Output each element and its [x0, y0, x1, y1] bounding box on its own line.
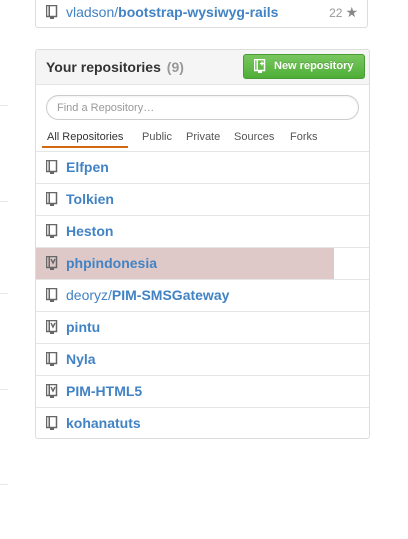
repo-icon [46, 192, 58, 206]
repo-row[interactable]: Nyla [36, 344, 369, 376]
mirror-repo-icon [46, 256, 58, 270]
page: vladson/bootstrap-wysiwyg-rails 22 ★ Your… [0, 0, 408, 539]
repo-row[interactable]: kohanatuts [36, 408, 369, 438]
repo-count: (9) [166, 59, 184, 75]
repo-row[interactable]: Tolkien [36, 184, 369, 216]
repo-icon [46, 5, 58, 19]
repo-name: Heston [66, 223, 114, 239]
tab-private[interactable]: Private [180, 126, 226, 148]
repo-name: PIM-SMSGateway [111, 287, 230, 303]
tab-all-repositories[interactable]: All Repositories [42, 126, 129, 148]
your-repositories-panel: Your repositories (9) New repository All… [35, 49, 370, 439]
mirror-repo-icon [46, 320, 58, 334]
repo-link[interactable]: Nyla [66, 351, 96, 367]
tab-forks[interactable]: Forks [284, 126, 324, 148]
star-icon: ★ [345, 4, 358, 20]
repo-name: PIM-HTML5 [66, 383, 143, 399]
repo-icon [46, 416, 58, 430]
repo-link[interactable]: deoryz/PIM-SMSGateway [66, 287, 229, 303]
repo-row[interactable]: Elfpen [36, 152, 369, 184]
repo-row[interactable]: Heston [36, 216, 369, 248]
repository-list: Elfpen Tolkien Heston phpindonesia deoryz/PI… [36, 151, 369, 438]
repo-row[interactable]: PIM-HTML5 [36, 376, 369, 408]
repo-row[interactable]: deoryz/PIM-SMSGateway [36, 280, 369, 312]
repo-icon [46, 288, 58, 302]
repo-name: pintu [66, 319, 101, 335]
tab-sources[interactable]: Sources [228, 126, 280, 148]
repo-icon [46, 160, 58, 174]
new-repository-label: New repository [274, 60, 354, 72]
find-repository-input[interactable] [46, 95, 359, 120]
filter-area: All Repositories Public Private Sources … [36, 85, 369, 149]
repo-name: Nyla [66, 351, 96, 367]
starred-repo-name: bootstrap-wysiwyg-rails [118, 4, 279, 20]
starred-repo-row[interactable]: vladson/bootstrap-wysiwyg-rails 22 ★ [35, 0, 368, 28]
repo-link[interactable]: PIM-HTML5 [66, 383, 142, 399]
repo-link[interactable]: Elfpen [66, 159, 109, 175]
repo-row[interactable]: pintu [36, 312, 369, 344]
edge-tick [0, 105, 8, 106]
repo-owner: deoryz/ [66, 287, 112, 303]
panel-title-text: Your repositories [46, 59, 161, 75]
repo-row[interactable]: phpindonesia [36, 248, 369, 280]
repo-link[interactable]: kohanatuts [66, 415, 141, 431]
mirror-repo-icon [46, 384, 58, 398]
repo-link[interactable]: Heston [66, 223, 113, 239]
starred-repo-owner: vladson/ [66, 4, 119, 20]
repo-link[interactable]: phpindonesia [66, 255, 157, 271]
new-repo-icon [254, 59, 266, 73]
edge-tick [0, 484, 8, 485]
repo-icon [46, 352, 58, 366]
tab-public[interactable]: Public [136, 126, 178, 148]
star-count-value: 22 [329, 6, 343, 20]
panel-title: Your repositories (9) [46, 59, 184, 75]
repo-icon [46, 224, 58, 238]
edge-tick [0, 293, 8, 294]
repo-name: Elfpen [66, 159, 109, 175]
starred-repo-link[interactable]: vladson/bootstrap-wysiwyg-rails [66, 4, 278, 20]
repo-name: phpindonesia [66, 255, 157, 271]
repo-name: kohanatuts [66, 415, 141, 431]
repo-link[interactable]: Tolkien [66, 191, 114, 207]
panel-header: Your repositories (9) New repository [36, 50, 369, 85]
repo-name: Tolkien [66, 191, 114, 207]
star-count: 22 ★ [329, 4, 358, 21]
repo-link[interactable]: pintu [66, 319, 100, 335]
edge-tick [0, 201, 8, 202]
new-repository-button[interactable]: New repository [243, 54, 365, 79]
edge-tick [0, 389, 8, 390]
